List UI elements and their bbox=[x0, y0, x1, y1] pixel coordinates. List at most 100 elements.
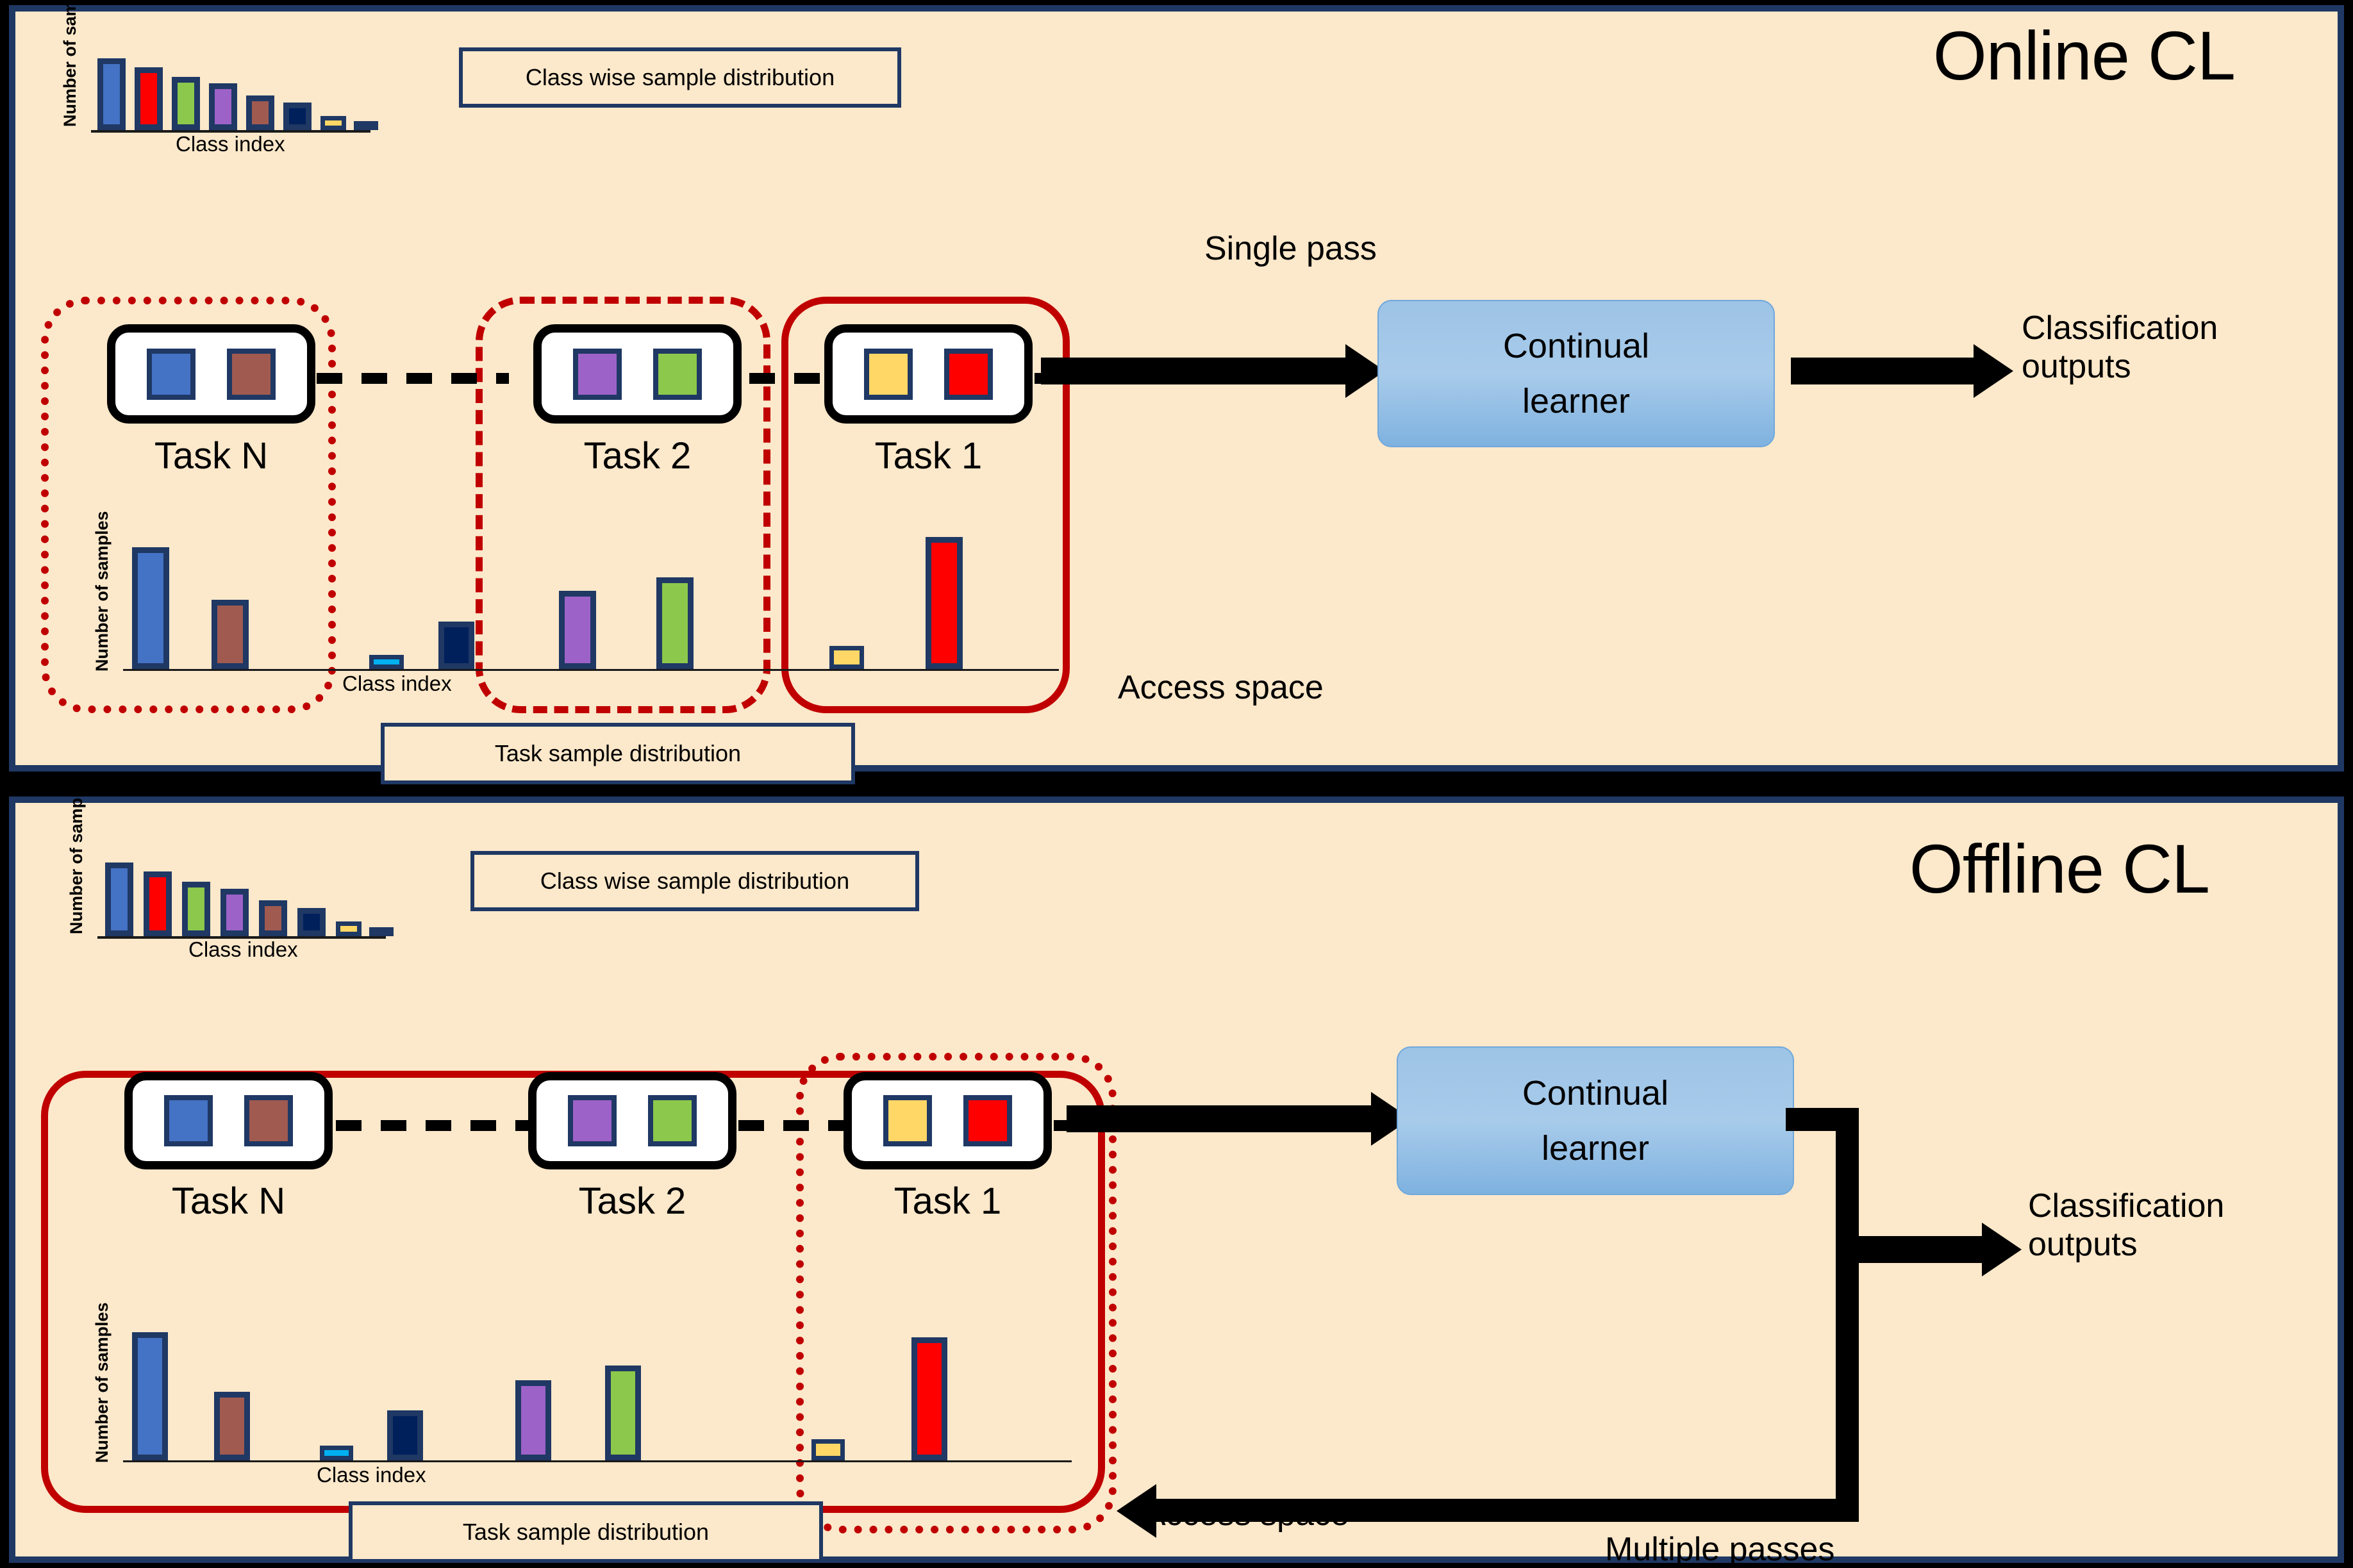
bar-class-1 bbox=[97, 58, 126, 130]
online-continual-learner-box[interactable]: Continual learner bbox=[1377, 300, 1775, 447]
bar-task-n-b bbox=[212, 600, 249, 669]
bar-class-2 bbox=[135, 67, 163, 130]
bar-class-8 bbox=[369, 927, 394, 936]
figure-root: Online CL Number of samples Class index … bbox=[0, 0, 2353, 1568]
task-swatch-brown bbox=[244, 1095, 293, 1146]
online-class-wise-caption: Class wise sample distribution bbox=[459, 47, 901, 108]
offline-continual-learner-box[interactable]: Continual learner bbox=[1397, 1046, 1794, 1195]
offline-task-box-1[interactable] bbox=[844, 1072, 1052, 1169]
online-task-chart-xlabel: Class index bbox=[342, 672, 452, 695]
arrow-input-shaft bbox=[1067, 1105, 1374, 1132]
online-task-box-2[interactable] bbox=[533, 324, 742, 424]
bar-task-2-b bbox=[656, 577, 694, 669]
loop-return-shaft bbox=[1156, 1499, 1859, 1522]
task-swatch-brown bbox=[227, 348, 276, 400]
bar-task-2-a bbox=[515, 1380, 551, 1460]
offline-task-box-n[interactable] bbox=[124, 1072, 333, 1169]
offline-task-chart-xlabel: Class index bbox=[317, 1463, 426, 1487]
task-swatch-blue bbox=[164, 1095, 213, 1146]
online-task-label-2: Task 2 bbox=[583, 435, 692, 477]
offline-task-wise-chart: Number of samples Class index bbox=[92, 1277, 1072, 1487]
online-class-chart-ylabel: Number of samples bbox=[60, 0, 79, 127]
task-swatch-purple bbox=[568, 1095, 617, 1146]
task-swatch-green bbox=[653, 348, 702, 400]
connector-task2-task1 bbox=[738, 1120, 847, 1131]
online-task-box-n[interactable] bbox=[107, 324, 315, 424]
bar-class-4 bbox=[220, 889, 249, 936]
arrow-input-shaft bbox=[1041, 358, 1349, 384]
online-output-line-2: outputs bbox=[2022, 347, 2131, 385]
online-task-label-n: Task N bbox=[154, 435, 269, 477]
offline-panel-title: Offline CL bbox=[1909, 830, 2210, 907]
bar-class-3 bbox=[182, 882, 210, 936]
bar-class-3 bbox=[172, 77, 200, 130]
single-pass-label: Single pass bbox=[1204, 230, 1377, 267]
connector-taskn-task2 bbox=[317, 373, 509, 384]
bar-class-4 bbox=[209, 83, 237, 130]
task-swatch-red bbox=[963, 1095, 1012, 1146]
online-task-wise-chart: Number of samples Class index bbox=[92, 486, 1059, 695]
offline-task-box-2[interactable] bbox=[528, 1072, 736, 1169]
offline-task-label-1: Task 1 bbox=[894, 1180, 1002, 1222]
bar-task-mid-a bbox=[320, 1446, 353, 1460]
arrow-offline-output-head bbox=[1982, 1223, 2022, 1276]
online-task-chart-ylabel: Number of samples bbox=[92, 511, 112, 672]
bar-task-1-a bbox=[811, 1439, 845, 1460]
offline-class-chart-xlabel: Class index bbox=[188, 937, 298, 961]
bar-task-1-b bbox=[926, 537, 963, 669]
offline-output-line-1: Classification bbox=[2028, 1187, 2225, 1225]
online-task-label-1: Task 1 bbox=[874, 435, 983, 477]
online-cl-panel: Online CL Number of samples Class index … bbox=[9, 0, 2344, 784]
arrow-output-shaft bbox=[1791, 358, 1977, 384]
learner-line-2: learner bbox=[1541, 1129, 1650, 1168]
bar-class-5 bbox=[259, 900, 287, 936]
offline-output-line-2: outputs bbox=[2028, 1225, 2138, 1263]
bar-task-n-a bbox=[132, 547, 169, 669]
bar-task-1-b bbox=[911, 1337, 947, 1460]
bar-class-7 bbox=[320, 116, 346, 130]
loop-vertical-shaft bbox=[1836, 1108, 1859, 1522]
online-task-box-1[interactable] bbox=[824, 324, 1033, 424]
bar-class-1 bbox=[105, 862, 133, 936]
bar-class-6 bbox=[283, 103, 312, 130]
bar-task-2-a bbox=[559, 591, 596, 669]
task-swatch-yellow bbox=[864, 348, 913, 400]
offline-task-chart-ylabel: Number of samples bbox=[92, 1302, 112, 1463]
bar-class-5 bbox=[246, 95, 274, 130]
bar-class-6 bbox=[297, 908, 326, 936]
offline-class-chart-ylabel: Number of samples bbox=[67, 773, 86, 934]
loop-top-stub bbox=[1786, 1108, 1859, 1131]
task-swatch-yellow bbox=[883, 1095, 932, 1146]
loop-return-head bbox=[1117, 1484, 1156, 1538]
learner-line-1: Continual bbox=[1502, 326, 1650, 365]
offline-cl-panel: Offline CL Number of samples Class index… bbox=[9, 773, 2344, 1568]
online-output-label: Classification outputs bbox=[2022, 309, 2297, 386]
bar-task-mid-a bbox=[369, 655, 404, 669]
bar-task-mid-b bbox=[387, 1410, 423, 1460]
connector-taskn-task2 bbox=[336, 1120, 528, 1131]
bar-task-n-a bbox=[132, 1332, 168, 1460]
bar-task-1-a bbox=[829, 646, 864, 669]
offline-output-label: Classification outputs bbox=[2028, 1187, 2304, 1264]
arrow-output-head bbox=[1974, 344, 2013, 398]
online-task-chart-axis bbox=[123, 669, 1059, 671]
bar-task-n-b bbox=[214, 1392, 250, 1460]
offline-task-chart-axis bbox=[123, 1460, 1072, 1462]
bar-task-2-b bbox=[605, 1366, 641, 1460]
offline-task-wise-caption: Task sample distribution bbox=[349, 1501, 823, 1563]
offline-task-label-n: Task N bbox=[171, 1180, 286, 1222]
task-swatch-purple bbox=[573, 348, 622, 400]
arrow-offline-output-shaft bbox=[1859, 1236, 1987, 1263]
bar-class-7 bbox=[336, 921, 362, 936]
online-task-wise-caption: Task sample distribution bbox=[381, 723, 855, 784]
offline-class-wise-caption: Class wise sample distribution bbox=[470, 851, 919, 911]
online-output-line-1: Classification bbox=[2022, 309, 2218, 347]
bar-class-8 bbox=[354, 121, 378, 130]
offline-task-label-2: Task 2 bbox=[578, 1180, 686, 1222]
task-swatch-blue bbox=[147, 348, 195, 400]
online-access-space-label: Access space bbox=[1118, 669, 1324, 706]
bar-class-2 bbox=[144, 871, 172, 936]
learner-line-2: learner bbox=[1522, 382, 1631, 420]
online-class-chart-xlabel: Class index bbox=[176, 132, 285, 156]
online-panel-title: Online CL bbox=[1933, 17, 2236, 94]
